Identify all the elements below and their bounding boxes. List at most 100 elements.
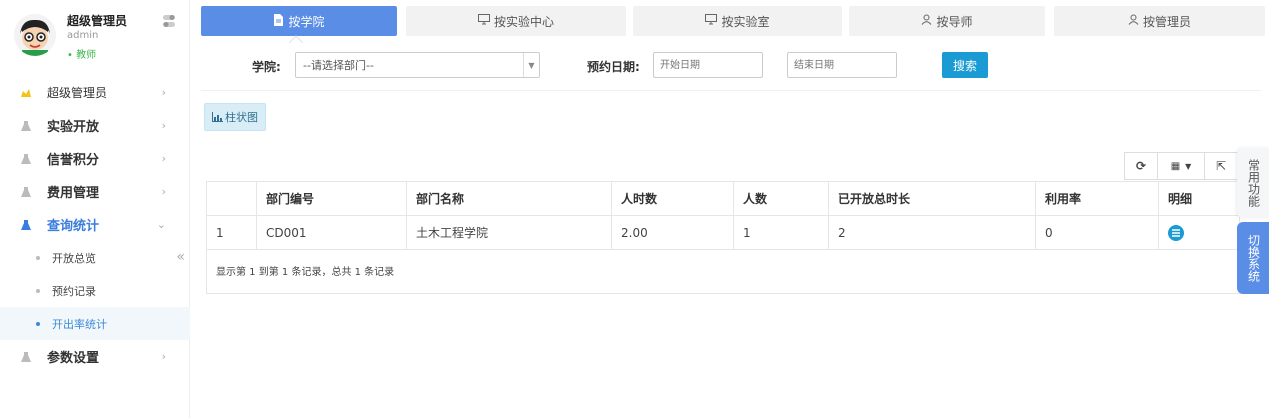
table-cell: 1 — [733, 215, 829, 250]
sidebar-subitem-label: 开出率统计 — [52, 317, 107, 331]
table-header-cell[interactable]: 部门名称 — [406, 181, 612, 216]
sidebar-item-credit[interactable]: 信誉积分 › — [0, 142, 190, 175]
common-functions-label: 常用功能 — [1246, 159, 1261, 207]
refresh-icon: ⟳ — [1135, 159, 1147, 173]
chevron-right-icon: › — [161, 152, 166, 165]
bullet-icon — [36, 288, 40, 293]
sidebar-item-lab-open[interactable]: 实验开放 › — [0, 109, 190, 142]
tab-by-admin[interactable]: 按管理员 — [1054, 6, 1265, 36]
table-header-cell[interactable]: 人时数 — [611, 181, 734, 216]
filter-bar: 学院: --请选择部门-- ▼ 预约日期: 搜索 — [201, 46, 1261, 91]
bar-chart-button[interactable]: 柱状图 — [204, 103, 266, 131]
sidebar-item-params[interactable]: 参数设置 › — [0, 340, 190, 373]
sidebar-subitem-label: 开放总览 — [52, 251, 96, 265]
common-functions-tab[interactable]: 常用功能 — [1237, 148, 1269, 218]
table-header-cell[interactable]: 人数 — [733, 181, 829, 216]
sidebar-item-label: 实验开放 — [47, 120, 100, 135]
sidebar-subitem-label: 预约记录 — [52, 284, 96, 298]
search-button[interactable]: 搜索 — [942, 52, 988, 78]
profile-name: 超级管理员 — [67, 14, 128, 28]
chevron-right-icon: › — [161, 185, 166, 198]
start-date-input[interactable] — [653, 52, 763, 78]
sidebar-item-label: 费用管理 — [47, 186, 100, 201]
chevron-right-icon: › — [161, 119, 166, 132]
avatar-icon — [14, 14, 56, 56]
tab-label: 按实验室 — [721, 14, 770, 29]
avatar[interactable] — [14, 14, 56, 56]
table-cell: 2.00 — [611, 215, 734, 250]
chevron-right-icon: › — [161, 86, 166, 99]
table-header-cell[interactable]: 已开放总时长 — [828, 181, 1036, 216]
switch-system-tab[interactable]: 切换系统 — [1237, 222, 1269, 294]
table-header-cell — [206, 181, 257, 216]
sidebar-item-fees[interactable]: 费用管理 › — [0, 175, 190, 208]
table-header-row: 部门编号 部门名称 人时数 人数 已开放总时长 利用率 明细 — [206, 181, 1240, 216]
refresh-button[interactable]: ⟳ — [1124, 152, 1158, 180]
table-row: 1 CD001 土木工程学院 2.00 1 2 0 — [206, 215, 1240, 250]
flask-icon — [20, 120, 32, 132]
table-header-cell[interactable]: 利用率 — [1035, 181, 1159, 216]
table-cell-detail — [1158, 215, 1240, 250]
detail-list-icon[interactable] — [1168, 224, 1184, 241]
tab-pointer-icon — [289, 35, 303, 43]
sidebar: 超级管理员 admin • 教师 超级管理员 › 实验开放 › 信誉积分 › 费… — [0, 0, 190, 418]
user-icon — [921, 14, 932, 28]
tab-by-lab[interactable]: 按实验室 — [633, 6, 842, 36]
bullet-icon — [36, 255, 40, 260]
sidebar-item-label: 超级管理员 — [47, 86, 108, 100]
sidebar-item-label: 查询统计 — [47, 219, 100, 234]
sidebar-item-super-admin[interactable]: 超级管理员 › — [0, 76, 190, 109]
date-label: 预约日期: — [587, 60, 640, 74]
switch-system-label: 切换系统 — [1246, 234, 1261, 282]
user-icon — [1128, 14, 1139, 28]
chevron-down-icon: ⌄ — [156, 218, 166, 231]
sidebar-item-label: 参数设置 — [47, 351, 100, 366]
tab-label: 按实验中心 — [493, 14, 554, 29]
table-cell: 1 — [206, 215, 257, 250]
flask-icon — [20, 153, 32, 165]
sidebar-menu: 超级管理员 › 实验开放 › 信誉积分 › 费用管理 › 查询统计 ⌄ 开放总览… — [0, 76, 190, 373]
tab-by-lab-center[interactable]: 按实验中心 — [406, 6, 626, 36]
tab-label: 按学院 — [288, 14, 325, 29]
sidebar-item-label: 信誉积分 — [47, 153, 100, 168]
bar-chart-label: 柱状图 — [225, 111, 258, 124]
college-select[interactable]: --请选择部门-- ▼ — [295, 52, 540, 78]
sidebar-subitem-open-rate[interactable]: 开出率统计 — [0, 307, 190, 340]
college-label: 学院: — [252, 60, 281, 74]
end-date-input[interactable] — [787, 52, 897, 78]
collapse-icon[interactable]: « — [176, 249, 185, 265]
tab-bar: 按学院 按实验中心 按实验室 按导师 按管理员 — [201, 6, 1269, 36]
flask-icon — [20, 351, 32, 363]
tab-by-college[interactable]: 按学院 — [201, 6, 397, 36]
sidebar-subitem-overview[interactable]: 开放总览 « — [0, 241, 190, 274]
document-icon — [273, 13, 284, 29]
export-button[interactable]: ⇱ — [1204, 152, 1238, 180]
admin-icon — [20, 87, 32, 99]
flask-icon — [20, 186, 32, 198]
user-profile: 超级管理员 admin • 教师 — [0, 0, 190, 75]
chevron-right-icon: › — [161, 350, 166, 363]
sidebar-subitem-records[interactable]: 预约记录 — [0, 274, 190, 307]
tab-by-advisor[interactable]: 按导师 — [849, 6, 1045, 36]
caret-down-icon: ▼ — [1185, 161, 1192, 171]
columns-button[interactable]: ▦ ▼ — [1157, 152, 1205, 180]
flask-icon — [20, 219, 32, 231]
export-icon: ⇱ — [1215, 159, 1227, 173]
profile-status: • 教师 — [67, 50, 97, 61]
monitor-icon — [705, 14, 718, 28]
college-select-value: --请选择部门-- — [303, 59, 374, 72]
tab-label: 按导师 — [936, 14, 973, 29]
table-cell: 2 — [828, 215, 1036, 250]
table-header-cell: 明细 — [1158, 181, 1240, 216]
table-cell: 土木工程学院 — [406, 215, 612, 250]
profile-role: admin — [67, 30, 99, 41]
stats-table: 部门编号 部门名称 人时数 人数 已开放总时长 利用率 明细 1 CD001 土… — [206, 181, 1240, 250]
table-header-cell[interactable]: 部门编号 — [256, 181, 407, 216]
sidebar-item-query-stats[interactable]: 查询统计 ⌄ — [0, 208, 190, 241]
tab-label: 按管理员 — [1142, 14, 1191, 29]
pagination-info: 显示第 1 到第 1 条记录，总共 1 条记录 — [206, 248, 1240, 294]
table-cell: CD001 — [256, 215, 407, 250]
bullet-icon — [36, 321, 40, 326]
bar-chart-icon — [212, 112, 223, 122]
toggle-icon[interactable] — [162, 14, 176, 28]
